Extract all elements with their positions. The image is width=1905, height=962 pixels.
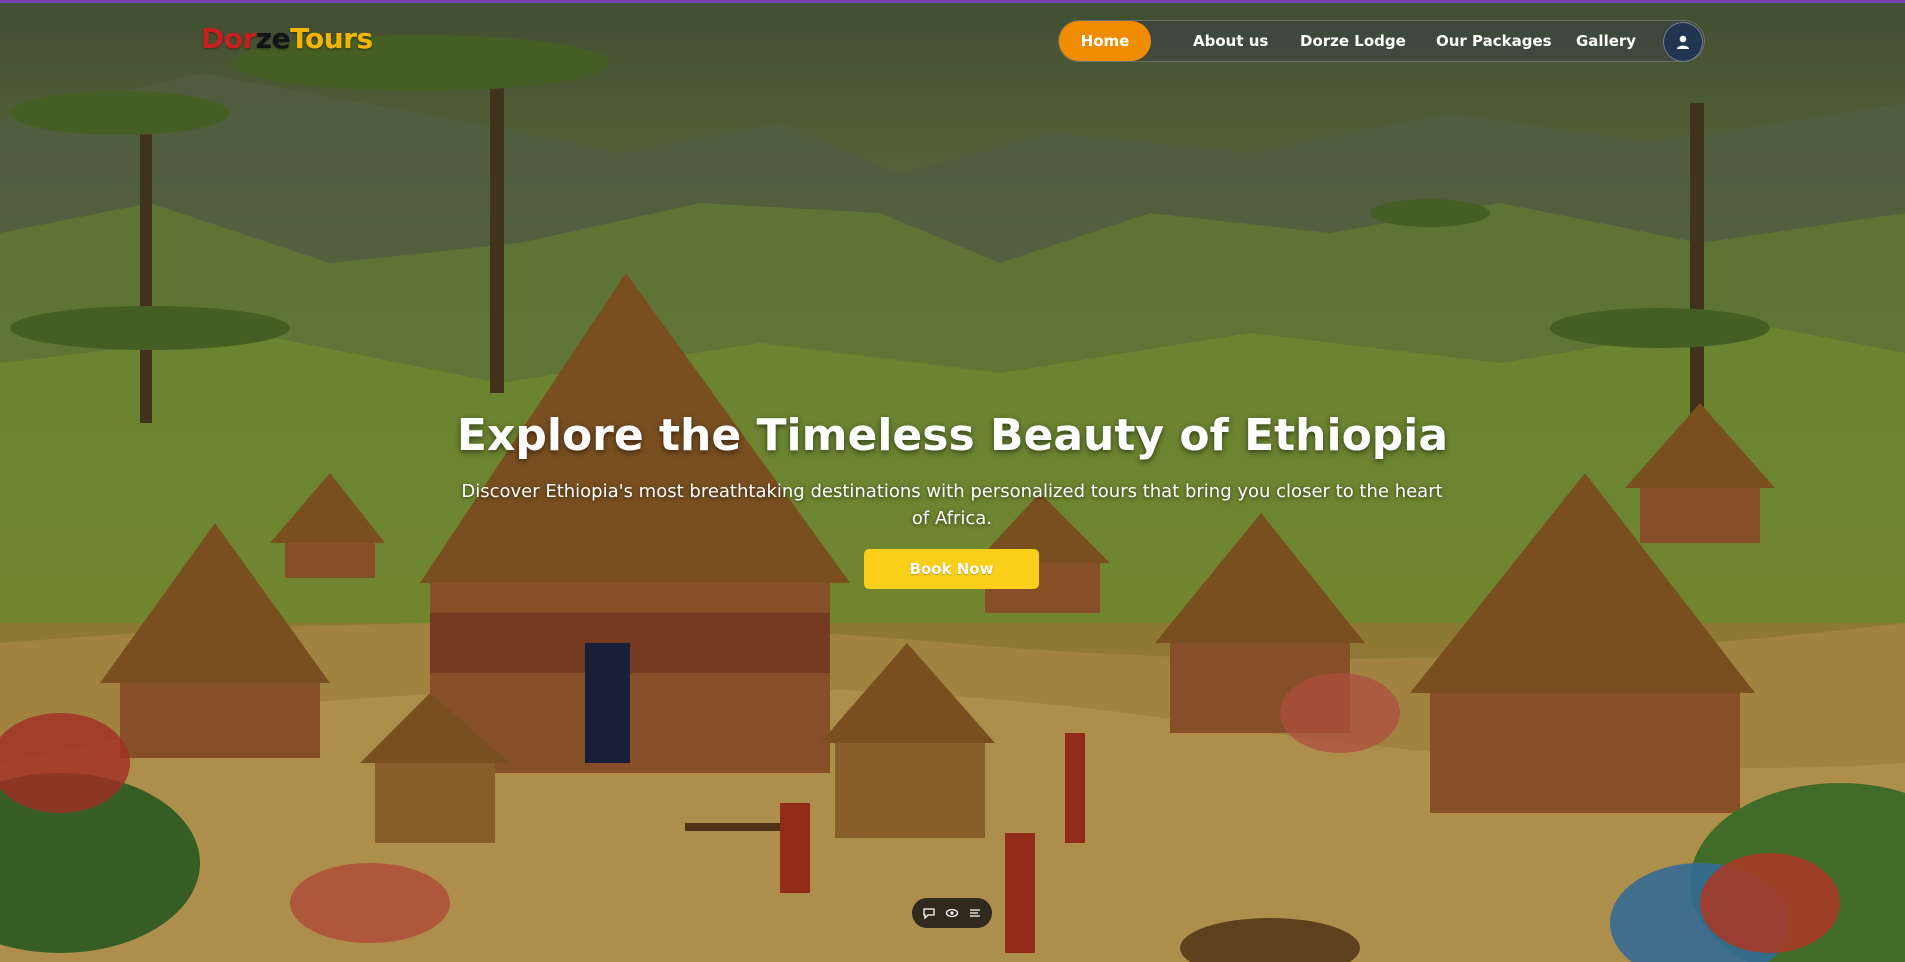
comment-icon[interactable] — [920, 904, 938, 922]
brand-logo-part-3: Tours — [290, 22, 373, 55]
user-icon — [1677, 35, 1689, 49]
eye-icon[interactable] — [943, 904, 961, 922]
floating-toolbar — [912, 898, 992, 928]
book-now-button[interactable]: Book Now — [864, 549, 1039, 589]
nav-item-gallery[interactable]: Gallery — [1576, 21, 1636, 61]
nav-item-about-us[interactable]: About us — [1193, 21, 1268, 61]
hero-subtitle: Discover Ethiopia's most breathtaking de… — [461, 481, 1443, 529]
nav-item-dorze-lodge[interactable]: Dorze Lodge — [1300, 21, 1406, 61]
main-nav: Home About us Dorze Lodge Our Packages G… — [1058, 20, 1705, 62]
brand-logo-part-1: Dor — [201, 22, 256, 55]
brand-logo[interactable]: DorzeTours — [201, 22, 373, 55]
brand-logo-part-2: ze — [255, 22, 291, 55]
account-button[interactable] — [1663, 22, 1703, 62]
nav-item-our-packages[interactable]: Our Packages — [1436, 21, 1552, 61]
nav-item-home[interactable]: Home — [1059, 21, 1151, 61]
menu-lines-icon[interactable] — [966, 904, 984, 922]
hero-title: Explore the Timeless Beauty of Ethiopia — [456, 410, 1449, 461]
